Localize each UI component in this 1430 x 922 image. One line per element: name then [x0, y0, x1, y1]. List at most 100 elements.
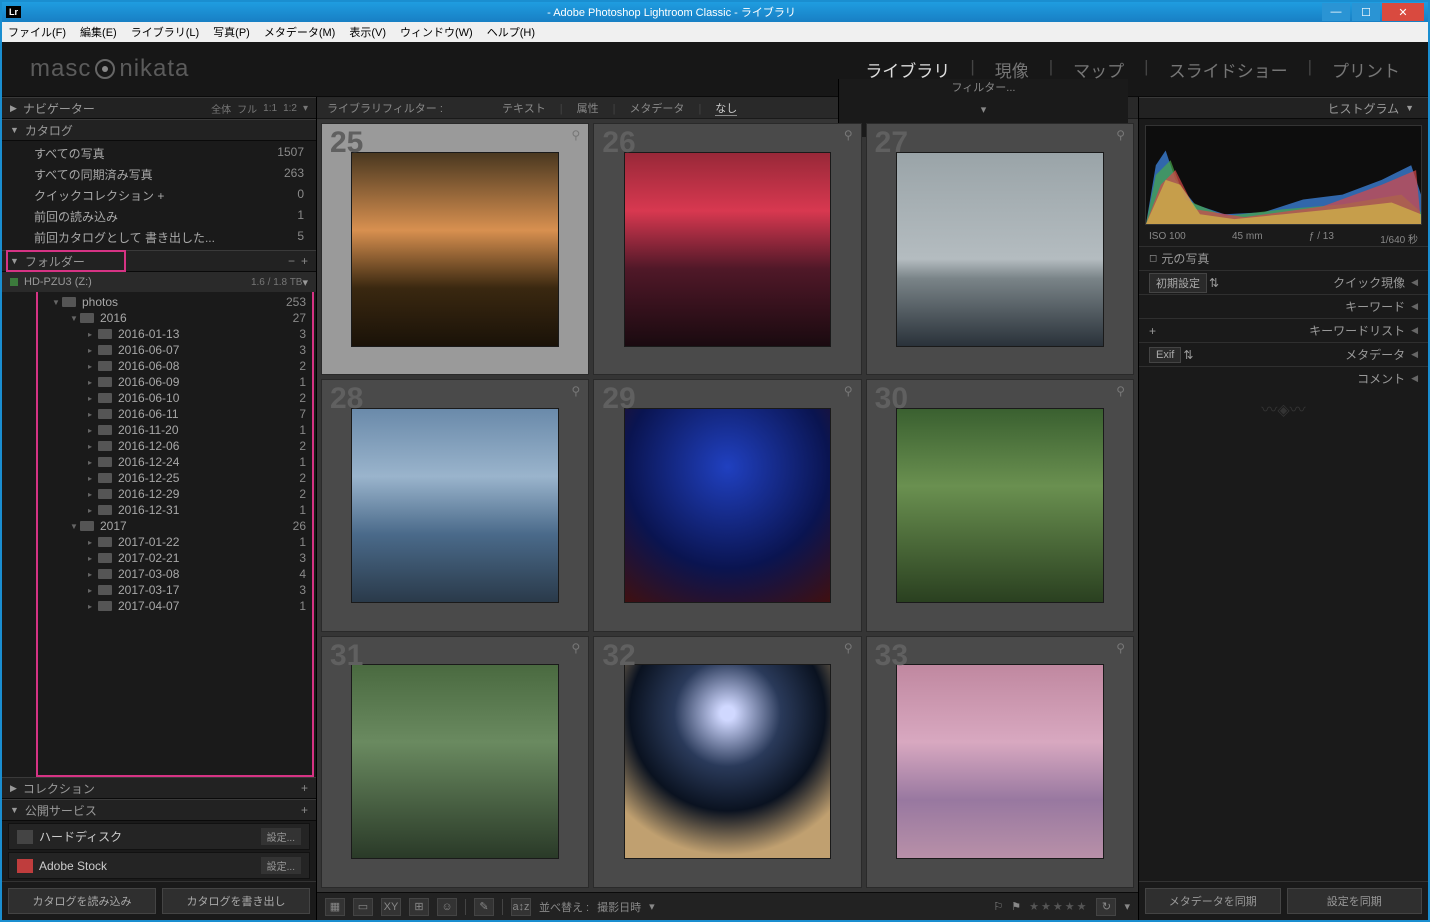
thumbnail-cell[interactable]: 25⚲	[321, 123, 589, 375]
folder-row[interactable]: ▸2016-01-133	[2, 326, 316, 342]
histogram-header[interactable]: ヒストグラム ▼	[1139, 97, 1428, 119]
import-button[interactable]: カタログを読み込み	[8, 888, 156, 914]
module-プリント[interactable]: プリント	[1332, 57, 1400, 82]
export-button[interactable]: カタログを書き出し	[162, 888, 310, 914]
menu-item[interactable]: ライブラリ(L)	[131, 24, 199, 40]
catalog-item[interactable]: 前回の読み込み1	[2, 206, 316, 227]
thumbnail-cell[interactable]: 26⚲	[593, 123, 861, 375]
folder-row[interactable]: ▸2016-12-311	[2, 502, 316, 518]
pin-icon[interactable]: ⚲	[572, 384, 581, 398]
catalog-item[interactable]: 前回カタログとして 書き出した...5	[2, 227, 316, 248]
catalog-item[interactable]: すべての同期済み写真263	[2, 164, 316, 185]
chevron-updown-icon[interactable]: ⇅	[1183, 348, 1193, 362]
catalog-item[interactable]: クイックコレクション +0	[2, 185, 316, 206]
chevron-down-icon[interactable]: ▾	[649, 900, 655, 913]
folder-row[interactable]: ▸2016-06-082	[2, 358, 316, 374]
pin-icon[interactable]: ⚲	[844, 128, 853, 142]
chevron-updown-icon[interactable]: ⇅	[1209, 276, 1219, 290]
grid-view-button[interactable]: ▦	[325, 898, 345, 916]
minimize-button[interactable]: —	[1322, 3, 1350, 21]
sync-settings-button[interactable]: 設定を同期	[1287, 888, 1423, 914]
maximize-button[interactable]: ☐	[1352, 3, 1380, 21]
publish-service-item[interactable]: Adobe Stock設定...	[8, 852, 310, 879]
folder-row[interactable]: ▸2016-12-252	[2, 470, 316, 486]
filter-tab[interactable]: 属性	[577, 103, 599, 115]
folder-row[interactable]: ▸2016-12-062	[2, 438, 316, 454]
rotate-button[interactable]: ↻	[1096, 898, 1116, 916]
pin-icon[interactable]: ⚲	[844, 641, 853, 655]
folder-row[interactable]: ▸2016-12-241	[2, 454, 316, 470]
thumbnail-cell[interactable]: 31⚲	[321, 636, 589, 888]
comment-header[interactable]: コメント ◀	[1139, 366, 1428, 390]
plus-icon[interactable]: +	[1149, 324, 1156, 338]
folder-row[interactable]: ▸2017-03-084	[2, 566, 316, 582]
thumbnail-cell[interactable]: 28⚲	[321, 379, 589, 631]
publish-service-item[interactable]: ハードディスク設定...	[8, 823, 310, 850]
nav-1-1[interactable]: 1:1	[263, 103, 277, 114]
folder-row[interactable]: ▸2016-06-073	[2, 342, 316, 358]
nav-fit[interactable]: 全体	[211, 101, 231, 116]
compare-view-button[interactable]: XY	[381, 898, 401, 916]
loupe-view-button[interactable]: ▭	[353, 898, 373, 916]
menu-item[interactable]: 編集(E)	[80, 24, 117, 40]
survey-view-button[interactable]: ⊞	[409, 898, 429, 916]
folder-row[interactable]: ▸2017-02-213	[2, 550, 316, 566]
nav-1-2[interactable]: 1:2	[283, 103, 297, 114]
menu-item[interactable]: ウィンドウ(W)	[400, 24, 473, 40]
original-photo-row[interactable]: ◻ 元の写真	[1139, 246, 1428, 270]
menu-item[interactable]: 写真(P)	[213, 24, 250, 40]
filter-tab[interactable]: メタデータ	[629, 103, 684, 115]
metadata-header[interactable]: Exif ⇅ メタデータ ◀	[1139, 342, 1428, 366]
nav-fill[interactable]: フル	[237, 101, 257, 116]
plus-button[interactable]: +	[301, 803, 308, 817]
plus-button[interactable]: +	[301, 254, 308, 268]
thumbnail-cell[interactable]: 32⚲	[593, 636, 861, 888]
close-button[interactable]: ✕	[1382, 3, 1424, 21]
painter-icon[interactable]: ✎	[474, 898, 494, 916]
pin-icon[interactable]: ⚲	[572, 641, 581, 655]
keyword-list-header[interactable]: + キーワードリスト ◀	[1139, 318, 1428, 342]
folder-row[interactable]: ▸2016-11-201	[2, 422, 316, 438]
folder-row[interactable]: ▼201726	[2, 518, 316, 534]
chevron-down-icon[interactable]: ▾	[1124, 900, 1130, 913]
collections-header[interactable]: ▶ コレクション +	[2, 777, 316, 799]
drive-bar[interactable]: HD-PZU3 (Z:) 1.6 / 1.8 TB ▾	[2, 272, 316, 292]
filter-tab[interactable]: なし	[715, 103, 737, 116]
folder-row[interactable]: ▸2017-03-173	[2, 582, 316, 598]
catalog-item[interactable]: すべての写真1507	[2, 143, 316, 164]
publish-header[interactable]: ▼ 公開サービス +	[2, 799, 316, 821]
sort-value-dropdown[interactable]: 撮影日時	[597, 899, 641, 915]
catalog-header[interactable]: ▼ カタログ	[2, 119, 316, 141]
folder-row[interactable]: ▼201627	[2, 310, 316, 326]
folder-row[interactable]: ▸2016-06-117	[2, 406, 316, 422]
thumbnail-cell[interactable]: 27⚲	[866, 123, 1134, 375]
folder-row[interactable]: ▸2016-06-091	[2, 374, 316, 390]
filter-preset-dropdown[interactable]: フィルター...	[952, 79, 1016, 95]
chevron-down-icon[interactable]: ▾	[303, 103, 308, 114]
flag-icon[interactable]: ⚐	[993, 900, 1003, 913]
plus-button[interactable]: +	[301, 781, 308, 795]
menu-item[interactable]: メタデータ(M)	[264, 24, 336, 40]
minus-button[interactable]: −	[288, 254, 295, 268]
pin-icon[interactable]: ⚲	[1116, 384, 1125, 398]
thumbnail-cell[interactable]: 30⚲	[866, 379, 1134, 631]
menu-item[interactable]: ファイル(F)	[8, 24, 66, 40]
pin-icon[interactable]: ⚲	[1116, 641, 1125, 655]
folder-row[interactable]: ▸2016-06-102	[2, 390, 316, 406]
thumbnail-cell[interactable]: 29⚲	[593, 379, 861, 631]
folder-row[interactable]: ▸2016-12-292	[2, 486, 316, 502]
chevron-down-icon[interactable]: ▾	[981, 103, 987, 116]
preset-dropdown[interactable]: 初期設定	[1149, 273, 1207, 293]
filter-tab[interactable]: テキスト	[502, 103, 546, 115]
sync-metadata-button[interactable]: メタデータを同期	[1145, 888, 1281, 914]
metadata-preset-dropdown[interactable]: Exif	[1149, 347, 1181, 363]
keyword-header[interactable]: キーワード ◀	[1139, 294, 1428, 318]
folder-row[interactable]: ▸2017-01-221	[2, 534, 316, 550]
menu-item[interactable]: ヘルプ(H)	[487, 24, 535, 40]
people-view-button[interactable]: ☺	[437, 898, 457, 916]
rating-stars[interactable]: ★★★★★	[1029, 900, 1088, 913]
folder-row[interactable]: ▸2017-04-071	[2, 598, 316, 614]
folders-header[interactable]: ▼ フォルダー − +	[2, 250, 316, 272]
quick-develop-header[interactable]: 初期設定 ⇅ クイック現像 ◀	[1139, 270, 1428, 294]
pin-icon[interactable]: ⚲	[844, 384, 853, 398]
